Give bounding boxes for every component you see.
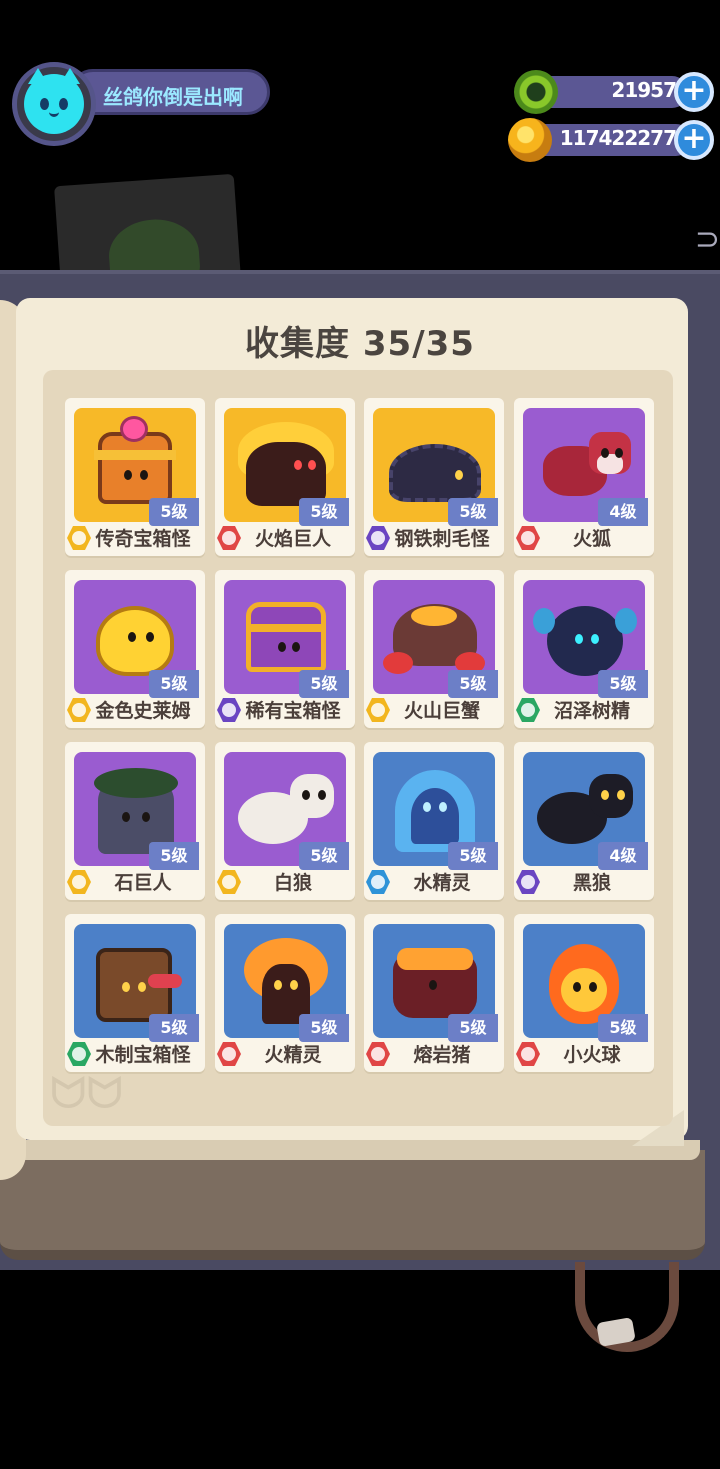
monster-card-water-spirit[interactable]: 5级 水精灵 <box>364 742 504 900</box>
monster-name: 稀有宝箱怪 <box>245 700 341 722</box>
book-cover-bottom <box>0 1150 705 1260</box>
cat-avatar-icon <box>24 68 84 134</box>
monster-card-fire-fox[interactable]: 4级 火狐 <box>514 398 654 556</box>
monster-name: 沼泽树精 <box>553 700 630 722</box>
level-badge: 4级 <box>598 498 648 526</box>
cat-paw-decoration-icon: ᗢᗢ <box>50 1068 124 1119</box>
player-name: 丝鸽你倒是出啊 <box>103 85 243 109</box>
coin-icon <box>508 118 552 162</box>
monster-card-fire-giant[interactable]: 5级 火焰巨人 <box>215 398 355 556</box>
level-badge: 5级 <box>149 498 199 526</box>
add-gems-button[interactable]: + <box>674 72 714 112</box>
level-badge: 5级 <box>598 1014 648 1042</box>
monster-card-lava-pig[interactable]: 5级 熔岩猪 <box>364 914 504 1072</box>
monster-name: 木制宝箱怪 <box>95 1044 191 1066</box>
monster-card-fire-spirit[interactable]: 5级 火精灵 <box>215 914 355 1072</box>
monster-name: 白狼 <box>273 872 312 894</box>
monster-name: 熔岩猪 <box>413 1044 471 1066</box>
level-badge: 5级 <box>299 670 349 698</box>
paperclip-icon: ⊃ <box>694 222 720 257</box>
gem-amount: 21957 <box>611 78 677 102</box>
player-name-pill[interactable]: 丝鸽你倒是出啊 <box>70 69 270 115</box>
gem-counter: 21957 + <box>514 70 714 114</box>
level-badge: 5级 <box>448 670 498 698</box>
level-badge: 5级 <box>149 1014 199 1042</box>
monster-card-gold-slime[interactable]: 5级 金色史莱姆 <box>65 570 205 728</box>
monster-name: 火焰巨人 <box>254 528 331 550</box>
level-badge: 4级 <box>598 842 648 870</box>
level-badge: 5级 <box>448 1014 498 1042</box>
monster-card-rare-chest[interactable]: 5级 稀有宝箱怪 <box>215 570 355 728</box>
book-pages-edge <box>0 1140 700 1160</box>
add-coins-button[interactable]: + <box>674 120 714 160</box>
monster-card-swamp-treant[interactable]: 5级 沼泽树精 <box>514 570 654 728</box>
level-badge: 5级 <box>149 670 199 698</box>
monster-name: 传奇宝箱怪 <box>95 528 191 550</box>
monster-name: 小火球 <box>563 1044 621 1066</box>
collection-title: 收集度 35/35 <box>245 324 475 364</box>
level-badge: 5级 <box>598 670 648 698</box>
monster-name: 火山巨蟹 <box>403 700 480 722</box>
monster-name: 黑狼 <box>572 872 611 894</box>
coin-counter: 117422277 + <box>508 118 714 162</box>
monster-name: 水精灵 <box>413 872 471 894</box>
gem-icon <box>514 70 558 114</box>
level-badge: 5级 <box>149 842 199 870</box>
monster-card-legendary-chest[interactable]: 5级 传奇宝箱怪 <box>65 398 205 556</box>
coin-amount: 117422277 <box>559 126 677 150</box>
avatar[interactable] <box>12 62 96 146</box>
monster-name: 金色史莱姆 <box>95 700 191 722</box>
monster-card-volcano-crab[interactable]: 5级 火山巨蟹 <box>364 570 504 728</box>
monster-card-small-fireball[interactable]: 5级 小火球 <box>514 914 654 1072</box>
monster-name: 石巨人 <box>114 872 172 894</box>
level-badge: 5级 <box>299 842 349 870</box>
monster-card-iron-spike[interactable]: 5级 钢铁刺毛怪 <box>364 398 504 556</box>
level-badge: 5级 <box>448 498 498 526</box>
monster-name: 火狐 <box>572 528 611 550</box>
level-badge: 5级 <box>299 1014 349 1042</box>
monster-name: 火精灵 <box>264 1044 322 1066</box>
level-badge: 5级 <box>448 842 498 870</box>
monster-name: 钢铁刺毛怪 <box>394 528 490 550</box>
player-profile[interactable]: 丝鸽你倒是出啊 <box>12 62 270 146</box>
monster-card-wooden-chest[interactable]: 5级 木制宝箱怪 <box>65 914 205 1072</box>
level-badge: 5级 <box>299 498 349 526</box>
monster-card-white-wolf[interactable]: 5级 白狼 <box>215 742 355 900</box>
monster-card-black-wolf[interactable]: 4级 黑狼 <box>514 742 654 900</box>
monster-card-stone-giant[interactable]: 5级 石巨人 <box>65 742 205 900</box>
